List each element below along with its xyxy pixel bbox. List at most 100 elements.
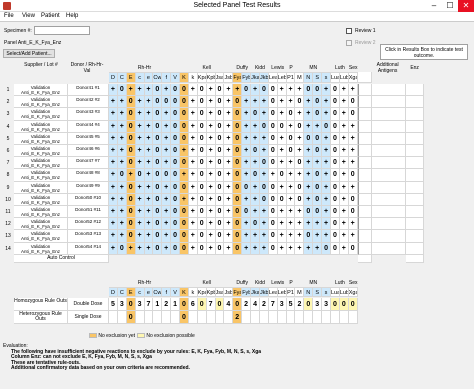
antigen-header-lub: Lub (339, 72, 349, 83)
antigen-cell: + (286, 169, 296, 182)
result-box[interactable] (357, 84, 372, 97)
donor-cell: Donor42 #2 (68, 96, 109, 109)
result-box[interactable] (357, 242, 372, 255)
result-box[interactable] (357, 206, 372, 219)
additional-antigens-cell (371, 108, 406, 121)
enz-result-box[interactable] (405, 145, 424, 158)
result-box[interactable] (357, 157, 372, 170)
legend-swatch-yellow (137, 333, 145, 339)
row-number: 6 (6, 148, 10, 154)
antigen-cell: 0 (197, 84, 207, 97)
antigen-cell: 0 (233, 181, 243, 194)
single-dose-count (109, 311, 118, 324)
antigen-cell: + (206, 230, 216, 243)
result-box[interactable] (357, 218, 372, 231)
antigen-cell: + (251, 157, 260, 170)
antigen-cell: 0 (215, 242, 225, 255)
antigen-cell: + (109, 157, 118, 170)
antigen-cell: 0 (304, 84, 314, 97)
antigen-cell: 0 (268, 206, 278, 219)
donor-cell: Donor44 #4 (68, 120, 109, 133)
antigen-cell: + (322, 193, 331, 206)
antigen-cell: + (251, 181, 260, 194)
antigen-cell: + (268, 169, 278, 182)
enz-result-box[interactable] (405, 96, 424, 109)
enz-result-box[interactable] (405, 108, 424, 121)
antigen-cell: + (277, 242, 287, 255)
antigen-cell: + (295, 230, 305, 243)
antigen-cell: 0 (171, 108, 181, 121)
antigen-cell: + (322, 181, 331, 194)
antigen-header-lua: Lua (331, 72, 340, 83)
enz-result-box[interactable] (405, 169, 424, 182)
antigen-cell: 0 (251, 169, 260, 182)
antigen-cell: + (304, 218, 314, 231)
ruleout-antigen-header-k: K (180, 287, 189, 297)
ruleout-antigen-header-jkb: Jkb (259, 287, 269, 297)
group-header-rhhr: Rh-Hr (137, 65, 152, 71)
supplier-cell: Validation Anti_E_K_Fya_Enz (14, 206, 68, 219)
antigen-cell: 0 (180, 120, 189, 133)
double-dose-count: 5 (286, 298, 296, 311)
antigen-cell: + (188, 120, 198, 133)
auto-control-enz-box[interactable] (405, 254, 424, 263)
enz-result-box[interactable] (405, 157, 424, 170)
antigen-cell: + (188, 132, 198, 145)
result-box[interactable] (357, 96, 372, 109)
single-dose-count (135, 311, 145, 324)
antigen-cell: 0 (268, 218, 278, 231)
ruleout-antigen-header-kpa: Kpa (197, 287, 207, 297)
antigen-cell: + (188, 181, 198, 194)
antigen-cell: 0 (331, 242, 340, 255)
donor-cell: Donor41 #1 (68, 84, 109, 97)
result-box[interactable] (357, 169, 372, 182)
enz-result-box[interactable] (405, 193, 424, 206)
antigen-cell: + (117, 193, 127, 206)
antigen-cell: + (206, 193, 216, 206)
enz-result-box[interactable] (405, 132, 424, 145)
antigen-header-s: s (322, 72, 331, 83)
antigen-cell: + (188, 193, 198, 206)
antigen-cell: + (286, 242, 296, 255)
double-dose-count: 3 (322, 298, 331, 311)
additional-antigens-header: Additional Antigens (376, 62, 399, 74)
antigen-cell: 0 (215, 206, 225, 219)
group-header-luth: Luth (335, 65, 345, 71)
additional-antigens-cell (371, 132, 406, 145)
antigen-cell: + (117, 120, 127, 133)
antigen-cell: 0 (277, 120, 287, 133)
antigen-cell: 0 (259, 84, 269, 97)
antigen-cell: + (206, 218, 216, 231)
antigen-cell: 0 (268, 96, 278, 109)
enz-result-box[interactable] (405, 120, 424, 133)
ruleout-antigen-header-lea: Lea (268, 287, 278, 297)
result-box[interactable] (357, 145, 372, 158)
antigen-cell: + (304, 181, 314, 194)
enz-result-box[interactable] (405, 206, 424, 219)
antigen-cell: 0 (126, 145, 136, 158)
result-box[interactable] (357, 230, 372, 243)
antigen-cell: + (109, 218, 118, 231)
antigen-cell: + (242, 108, 252, 121)
antigen-cell: + (206, 242, 216, 255)
auto-control-result-box[interactable] (357, 254, 372, 263)
antigen-cell: + (339, 132, 349, 145)
antigen-cell: 0 (215, 157, 225, 170)
antigen-cell: + (206, 108, 216, 121)
result-box[interactable] (357, 181, 372, 194)
result-box[interactable] (357, 193, 372, 206)
result-box[interactable] (357, 120, 372, 133)
enz-result-box[interactable] (405, 84, 424, 97)
enz-result-box[interactable] (405, 181, 424, 194)
antigen-cell: + (144, 132, 154, 145)
result-box[interactable] (357, 108, 372, 121)
antigen-cell: + (277, 206, 287, 219)
enz-result-box[interactable] (405, 230, 424, 243)
antigen-header-fyb: Fyb (242, 72, 252, 83)
enz-result-box[interactable] (405, 242, 424, 255)
double-dose-count: 0 (233, 298, 243, 311)
result-box[interactable] (357, 132, 372, 145)
enz-result-box[interactable] (405, 218, 424, 231)
ruleout-antigen-header-f: f (162, 287, 172, 297)
antigen-header-jsb: Jsb (224, 72, 234, 83)
